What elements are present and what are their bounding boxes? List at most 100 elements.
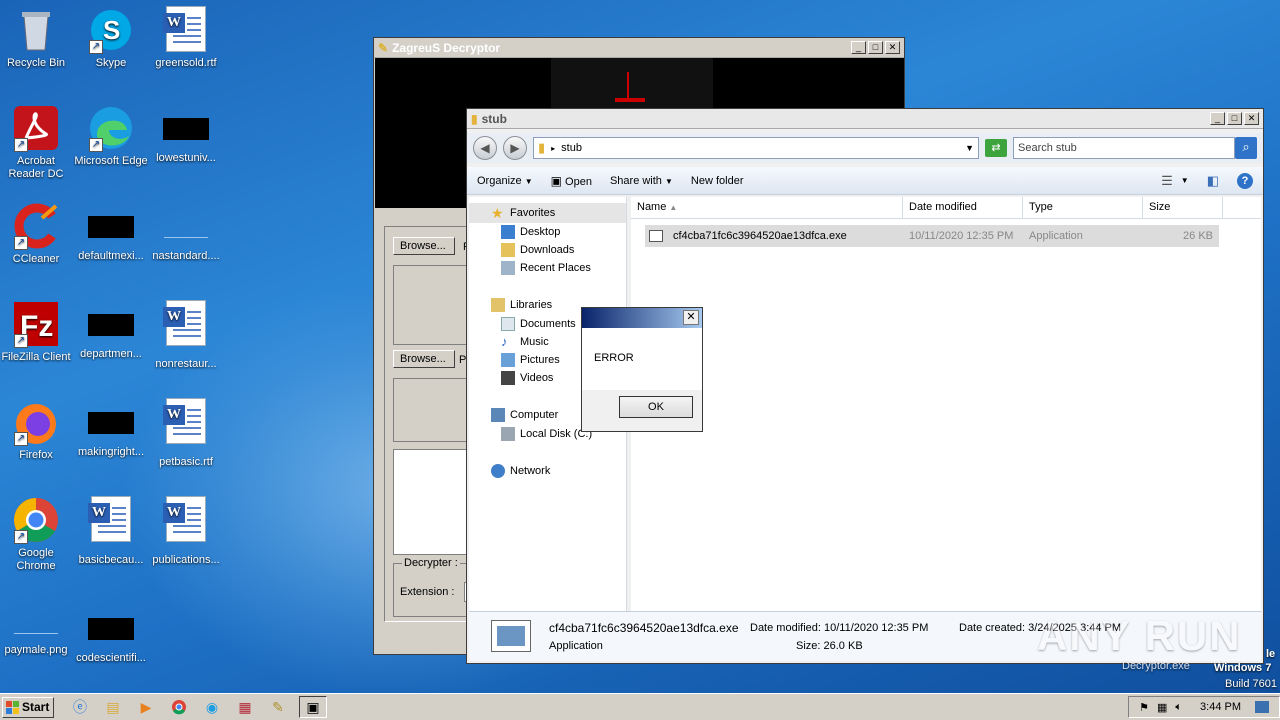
- recent-places-icon: [501, 261, 515, 275]
- sort-ascending-icon: ▲: [669, 203, 678, 212]
- media-player-icon[interactable]: ▶: [134, 697, 158, 717]
- nav-item-desktop[interactable]: Desktop: [469, 223, 626, 241]
- column-headers: Name ▲ Date modified Type Size: [631, 197, 1261, 219]
- start-button[interactable]: Start: [2, 696, 54, 718]
- file-explorer-icon[interactable]: ▤: [101, 697, 125, 717]
- desktop-icon-filezilla[interactable]: Fz ↗ FileZilla Client: [0, 300, 76, 364]
- maximize-button[interactable]: □: [1227, 112, 1242, 125]
- nav-item-downloads[interactable]: Downloads: [469, 241, 626, 259]
- minimize-button[interactable]: _: [1210, 112, 1225, 125]
- file-row[interactable]: cf4cba71fc6c3964520ae13dfca.exe 10/11/20…: [645, 225, 1219, 247]
- desktop-icon-acrobat[interactable]: ↗ Acrobat Reader DC: [0, 104, 76, 181]
- search-input[interactable]: Search stub: [1013, 137, 1235, 159]
- maximize-button[interactable]: □: [868, 41, 883, 54]
- breadcrumb-stub[interactable]: stub: [561, 142, 582, 154]
- desktop-icon-departmen[interactable]: departmen...: [71, 300, 151, 361]
- chevron-down-icon[interactable]: ▼: [1181, 176, 1189, 185]
- column-header-name[interactable]: Name ▲: [631, 197, 903, 218]
- desktop-icon-ccleaner[interactable]: ↗ CCleaner: [0, 202, 76, 266]
- nav-network[interactable]: Network: [469, 461, 626, 481]
- desktop-icon-codescientifi[interactable]: codescientifi...: [71, 604, 151, 665]
- word-document-icon: W: [163, 6, 206, 52]
- network-tray-icon[interactable]: ▦: [1157, 701, 1167, 714]
- help-icon[interactable]: ?: [1237, 172, 1253, 189]
- folder-icon: ▮: [538, 140, 546, 155]
- search-icon[interactable]: ⌕: [1235, 137, 1257, 159]
- desktop-icon-firefox[interactable]: ↗ Firefox: [0, 398, 76, 462]
- refresh-button[interactable]: ⇄: [985, 139, 1007, 157]
- error-dialog[interactable]: ✕ ERROR OK: [581, 307, 703, 432]
- views-icon[interactable]: ☰: [1161, 173, 1173, 189]
- shortcut-arrow-icon: ↗: [14, 138, 28, 152]
- windows-build: Build 7601: [1225, 678, 1277, 690]
- forward-button[interactable]: ▶: [503, 136, 527, 160]
- desktop-icon-edge[interactable]: ↗ Microsoft Edge: [71, 104, 151, 168]
- close-button[interactable]: ✕: [1244, 112, 1259, 125]
- shortcut-arrow-icon: ↗: [89, 40, 103, 54]
- desktop-icon-petbasic[interactable]: W petbasic.rtf: [146, 398, 226, 469]
- browse-button-1[interactable]: Browse...: [393, 237, 455, 255]
- edge-taskbar-icon[interactable]: ◉: [200, 697, 224, 717]
- zagreus-titlebar[interactable]: ✎ ZagreuS Decryptor _ □ ✕: [374, 38, 904, 58]
- desktop-icon-basicbecau[interactable]: W basicbecau...: [71, 496, 151, 567]
- share-with-menu[interactable]: Share with ▼: [610, 175, 673, 187]
- ok-button[interactable]: OK: [619, 396, 693, 418]
- active-window-taskbar-icon[interactable]: ▣: [299, 696, 327, 718]
- desktop-icon-greensold[interactable]: W greensold.rtf: [146, 6, 226, 70]
- desktop-icon-nastandard[interactable]: nastandard....: [146, 202, 226, 263]
- column-header-date-modified[interactable]: Date modified: [903, 197, 1023, 218]
- dialog-titlebar[interactable]: ✕: [582, 308, 702, 328]
- star-icon: ★: [491, 205, 504, 221]
- address-dropdown-icon[interactable]: ▼: [965, 143, 974, 153]
- taskbar: Start ⓔ ▤ ▶ ◉ ▦ ✎ ▣ ⚑ ▦ 🔈︎ 3:44 PM: [0, 693, 1280, 720]
- preview-pane-icon[interactable]: ◧: [1207, 173, 1219, 189]
- svg-text:S: S: [103, 15, 120, 45]
- desktop-icon-skype[interactable]: S ↗ Skype: [71, 6, 151, 70]
- nav-item-recent-places[interactable]: Recent Places: [469, 259, 626, 277]
- desktop-icon: [501, 225, 515, 239]
- desktop-icon-defaultmexi[interactable]: defaultmexi...: [71, 202, 151, 263]
- dialog-message: ERROR: [594, 352, 634, 364]
- address-box[interactable]: ▮ ▸ stub ▼: [533, 137, 979, 159]
- details-size: Size: 26.0 KB: [796, 640, 863, 652]
- application-file-icon: [649, 230, 663, 242]
- open-button[interactable]: ▣ Open: [551, 174, 592, 188]
- organize-menu[interactable]: Organize ▼: [477, 175, 533, 187]
- clock[interactable]: 3:44 PM: [1200, 701, 1241, 713]
- zagreus-taskbar-icon[interactable]: ✎: [266, 697, 290, 717]
- browse-button-2[interactable]: Browse...: [393, 350, 455, 368]
- desktop-icon-makingright[interactable]: makingright...: [71, 398, 151, 459]
- documents-icon: [501, 317, 515, 331]
- chrome-taskbar-icon[interactable]: [167, 697, 191, 717]
- desktop-icon-publications[interactable]: W publications...: [146, 496, 226, 567]
- nav-favorites[interactable]: ★ Favorites: [469, 203, 626, 223]
- word-document-icon: W: [163, 300, 206, 346]
- column-header-size[interactable]: Size: [1143, 197, 1223, 218]
- minimize-button[interactable]: _: [851, 41, 866, 54]
- close-button[interactable]: ✕: [885, 41, 900, 54]
- volume-icon[interactable]: 🔈︎: [1175, 701, 1182, 714]
- desktop-icon-nonrestaur[interactable]: W nonrestaur...: [146, 300, 226, 371]
- show-desktop-icon[interactable]: [1255, 701, 1269, 713]
- banner-logo-bar: [615, 98, 645, 102]
- breadcrumb-separator-icon: ▸: [551, 143, 556, 153]
- desktop-icon-recycle-bin[interactable]: Recycle Bin: [0, 6, 76, 70]
- desktop-icon-lowestuniv[interactable]: lowestuniv...: [146, 104, 226, 165]
- column-header-type[interactable]: Type: [1023, 197, 1143, 218]
- action-center-flag-icon[interactable]: ⚑: [1139, 701, 1149, 714]
- back-button[interactable]: ◀: [473, 136, 497, 160]
- desktop-icon-chrome[interactable]: ↗ Google Chrome: [0, 496, 76, 573]
- new-folder-button[interactable]: New folder: [691, 175, 744, 187]
- winrar-icon[interactable]: ▦: [233, 697, 257, 717]
- file-date-modified: 10/11/2020 12:35 PM: [909, 230, 1014, 242]
- banner-logo-mark: [627, 72, 629, 98]
- file-list-pane: Name ▲ Date modified Type Size cf4cba71f…: [631, 197, 1261, 611]
- shortcut-arrow-icon: ↗: [14, 236, 28, 250]
- explorer-titlebar[interactable]: ▮ stub _ □ ✕: [467, 109, 1263, 129]
- internet-explorer-icon[interactable]: ⓔ: [68, 697, 92, 717]
- file-size: 26 KB: [1183, 230, 1213, 242]
- libraries-icon: [491, 298, 505, 312]
- dialog-close-button[interactable]: ✕: [683, 310, 699, 325]
- desktop-icon-paymale[interactable]: paymale.png: [0, 604, 76, 657]
- command-toolbar: Organize ▼ ▣ Open Share with ▼ New folde…: [467, 167, 1263, 195]
